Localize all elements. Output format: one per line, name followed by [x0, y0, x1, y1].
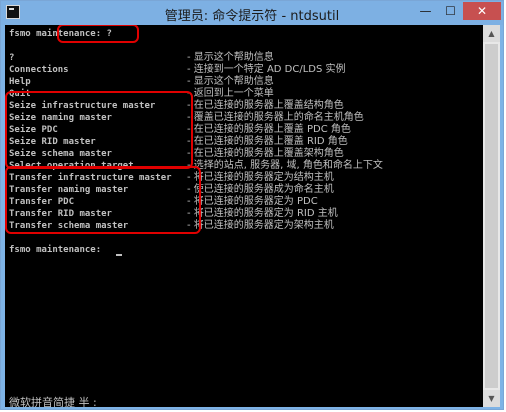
scroll-thumb[interactable] — [485, 44, 498, 388]
maximize-button[interactable]: ☐ — [438, 2, 463, 20]
help-description: - 在已连接的服务器上覆盖 RID 角色 — [187, 136, 348, 147]
help-description: - 在已连接的服务器上覆盖结构角色 — [187, 100, 344, 111]
help-description: - 选择的站点, 服务器, 域, 角色和命名上下文 — [187, 160, 383, 171]
console-output[interactable]: fsmo maintenance: ? ? - 显示这个帮助信息 Connect… — [5, 25, 483, 407]
help-command: Connections — [9, 65, 69, 75]
help-command: ? — [9, 53, 15, 63]
help-description: - 将已连接的服务器定为结构主机 — [187, 172, 334, 183]
help-description: - 将已连接的服务器定为架构主机 — [187, 220, 334, 231]
close-button[interactable]: ✕ — [463, 2, 501, 20]
console-window: 管理员: 命令提示符 - ntdsutil — ☐ ✕ fsmo mainten… — [0, 0, 504, 410]
scroll-down-arrow-icon[interactable]: ▼ — [483, 390, 500, 407]
vertical-scrollbar[interactable]: ▲ ▼ — [483, 25, 500, 407]
final-prompt: fsmo maintenance: — [9, 245, 102, 255]
help-description: - 将已连接的服务器定为 PDC — [187, 196, 318, 207]
help-description: - 在已连接的服务器上覆盖 PDC 角色 — [187, 124, 351, 135]
minimize-button[interactable]: — — [413, 2, 438, 20]
title-bar[interactable]: 管理员: 命令提示符 - ntdsutil — ☐ ✕ — [1, 1, 503, 25]
help-description: - 显示这个帮助信息 — [187, 76, 274, 87]
highlight-seize-commands — [5, 91, 193, 169]
help-command: Help — [9, 77, 31, 87]
help-description: - 显示这个帮助信息 — [187, 52, 274, 63]
help-description: - 返回到上一个菜单 — [187, 88, 274, 99]
help-description: - 将已连接的服务器定为 RID 主机 — [187, 208, 338, 219]
help-description: - 使已连接的服务器成为命名主机 — [187, 184, 334, 195]
text-cursor — [116, 254, 122, 256]
help-description: - 在已连接的服务器上覆盖架构角色 — [187, 148, 344, 159]
help-description: - 连接到一个特定 AD DC/LDS 实例 — [187, 64, 346, 75]
scroll-up-arrow-icon[interactable]: ▲ — [483, 25, 500, 42]
highlight-prompt-question — [57, 25, 139, 43]
highlight-transfer-commands — [5, 166, 201, 234]
help-description: - 覆盖已连接的服务器上的命名主机角色 — [187, 112, 364, 123]
ime-status-bar: 微软拼音简捷 半 : — [9, 396, 97, 408]
